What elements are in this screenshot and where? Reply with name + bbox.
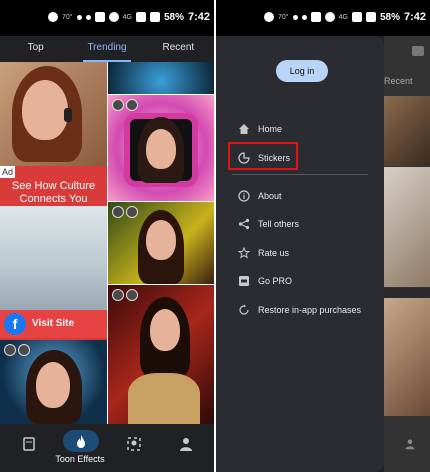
menu-item-tell-others[interactable]: Tell others xyxy=(216,210,384,238)
avatar-badge-icon xyxy=(18,344,30,356)
menu-item-label: Home xyxy=(258,124,283,134)
dot-icon xyxy=(85,14,91,20)
menu-separator xyxy=(232,174,368,175)
menu-item-about[interactable]: About xyxy=(216,182,384,210)
ad-headline: See How Culture Connects You xyxy=(11,180,96,205)
avatar-badge-icon xyxy=(4,344,16,356)
avatar-badge-icon xyxy=(112,99,124,111)
thumbnail xyxy=(384,96,430,166)
background-content: Recent xyxy=(384,36,430,472)
temperature: 70° xyxy=(278,13,289,21)
restore-icon xyxy=(239,304,249,315)
whatsapp-icon xyxy=(48,12,59,22)
clock: 7:42 xyxy=(403,11,426,23)
mute-icon xyxy=(310,12,321,22)
menu-item-label: Rate us xyxy=(258,248,290,258)
battery-icon xyxy=(149,12,160,22)
tab-recent[interactable]: Recent xyxy=(143,36,214,62)
whatsapp-icon xyxy=(264,12,275,22)
recent-tab-label: Recent xyxy=(384,76,413,86)
menu-item-restore[interactable]: Restore in-app purchases xyxy=(216,296,384,324)
avatar-badge-icon xyxy=(126,206,138,218)
battery-percent: 58% xyxy=(379,11,400,23)
info-icon xyxy=(238,190,250,202)
menu-item-label: Tell others xyxy=(258,219,300,229)
left-screen: 70° 4G 58% 7:42 Top Trending Recent Ad S… xyxy=(0,0,214,472)
menu-item-label: Restore in-app purchases xyxy=(258,305,362,315)
network-type: 4G xyxy=(338,13,348,21)
thumbnail xyxy=(384,167,430,287)
share-icon xyxy=(238,218,250,230)
portrait-thumb[interactable] xyxy=(108,285,214,424)
battery-icon xyxy=(365,12,376,22)
ad-label: Ad xyxy=(0,166,16,178)
highlight-box xyxy=(228,142,298,170)
shield-icon xyxy=(292,14,298,20)
briefcase-icon xyxy=(412,46,424,56)
bottom-navigation: Toon Effects xyxy=(0,424,214,472)
flame-icon xyxy=(77,435,85,448)
battery-percent: 58% xyxy=(163,11,184,23)
lion-thumb[interactable] xyxy=(108,62,214,94)
right-screen: 70° 4G 58% 7:42 Recent Log in Home Stick… xyxy=(216,0,430,472)
navigation-drawer: Log in Home Stickers About Tell others R… xyxy=(216,36,384,472)
wifi-icon xyxy=(324,12,335,22)
divider xyxy=(384,288,430,298)
profile-icon[interactable] xyxy=(178,436,194,452)
menu-item-go-pro[interactable]: Go PRO xyxy=(216,267,384,295)
dot-icon xyxy=(301,14,307,20)
face-scan-icon[interactable] xyxy=(126,436,142,452)
status-bar: 70° 4G 58% 7:42 xyxy=(0,0,214,36)
menu-item-label: Go PRO xyxy=(258,276,293,286)
tab-bar: Top Trending Recent xyxy=(0,36,214,62)
menu-item-label: About xyxy=(258,191,282,201)
toon-effects-label: Toon Effects xyxy=(55,454,105,464)
image-grid: Ad See How Culture Connects You Visit Si… xyxy=(0,62,214,424)
wifi-icon xyxy=(108,12,119,22)
portrait-thumb[interactable] xyxy=(108,95,214,201)
shield-icon xyxy=(76,14,82,20)
tab-top[interactable]: Top xyxy=(0,36,71,62)
portrait-thumb[interactable] xyxy=(0,62,107,166)
clock: 7:42 xyxy=(187,11,210,23)
signal-icon xyxy=(351,12,362,22)
portrait-thumb[interactable] xyxy=(0,340,107,424)
temperature: 70° xyxy=(62,13,73,21)
login-button[interactable]: Log in xyxy=(276,60,328,82)
tab-trending[interactable]: Trending xyxy=(71,36,142,62)
avatar-badge-icon xyxy=(112,289,124,301)
portrait-thumb[interactable] xyxy=(108,202,214,284)
network-type: 4G xyxy=(122,13,132,21)
ad-image xyxy=(0,206,107,310)
home-icon xyxy=(239,124,249,134)
profile-icon xyxy=(405,439,415,450)
signal-icon xyxy=(135,12,146,22)
ad-banner[interactable]: Ad See How Culture Connects You Visit Si… xyxy=(0,166,107,340)
mute-icon xyxy=(94,12,105,22)
star-icon xyxy=(238,247,250,259)
avatar-badge-icon xyxy=(126,99,138,111)
menu-item-rate-us[interactable]: Rate us xyxy=(216,239,384,267)
avatar-badge-icon xyxy=(126,289,138,301)
avatar-badge-icon xyxy=(112,206,124,218)
book-icon[interactable] xyxy=(22,436,38,452)
thumbnail xyxy=(384,298,430,416)
pro-icon xyxy=(239,276,249,286)
menu-item-home[interactable]: Home xyxy=(216,115,384,143)
status-bar: 70° 4G 58% 7:42 xyxy=(216,0,430,36)
facebook-icon: f xyxy=(4,313,26,335)
